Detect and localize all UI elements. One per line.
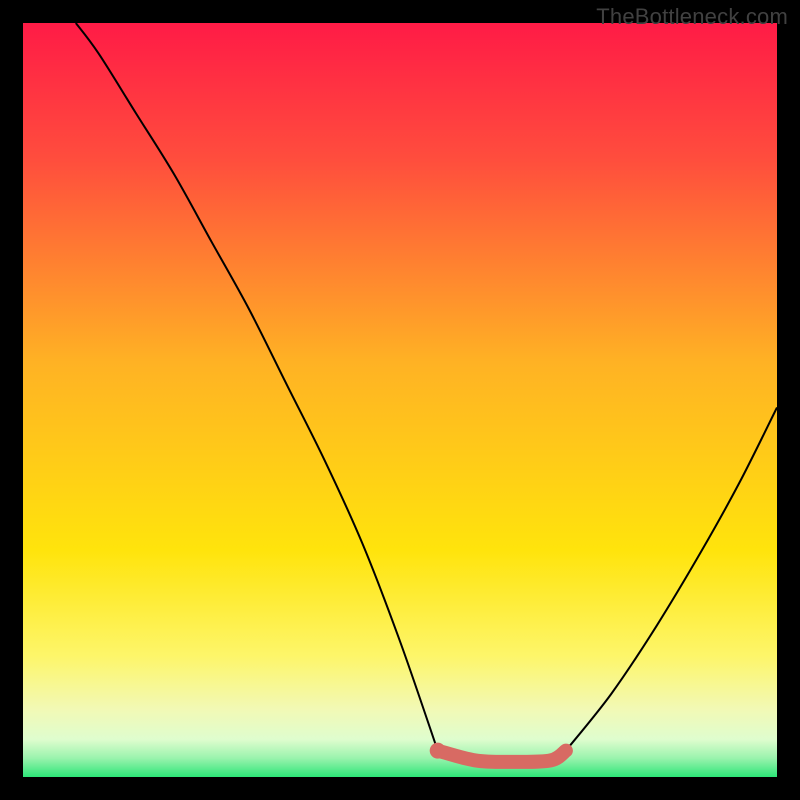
bottleneck-chart xyxy=(23,23,777,777)
gradient-bg xyxy=(23,23,777,777)
watermark-text: TheBottleneck.com xyxy=(596,4,788,30)
optimal-start-dot xyxy=(430,743,446,759)
chart-frame: TheBottleneck.com xyxy=(0,0,800,800)
